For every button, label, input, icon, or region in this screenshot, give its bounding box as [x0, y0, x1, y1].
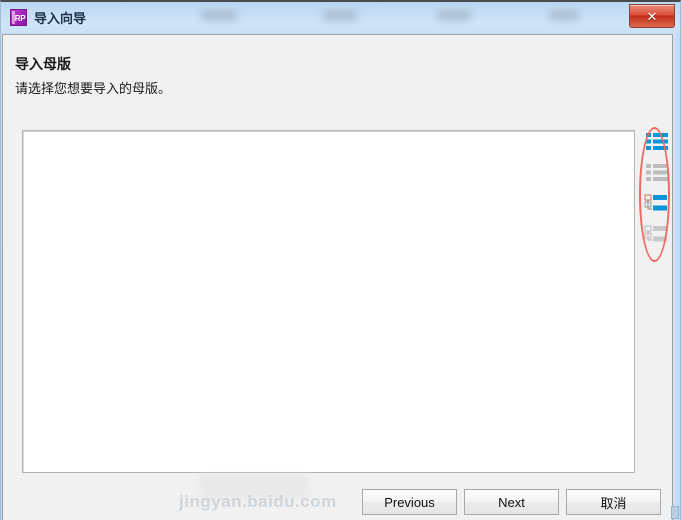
list-view-icon[interactable] — [644, 162, 670, 187]
titlebar-smudge-2 — [323, 10, 357, 21]
close-icon: ✕ — [646, 8, 658, 24]
list-view-active-icon[interactable] — [644, 131, 670, 156]
import-wizard-window: RP 导入向导 ✕ 导入母版 请选择您想要导入的母版。 Previous Nex… — [0, 0, 681, 520]
tree-view-icon[interactable] — [644, 224, 670, 249]
cancel-button-label: 取消 — [600, 495, 627, 511]
title-bar-left-group: RP 导入向导 — [10, 8, 86, 27]
previous-button-label: Previous — [384, 494, 435, 510]
next-button[interactable]: Next — [464, 489, 559, 515]
app-logo-label: RP — [14, 14, 26, 23]
cancel-button[interactable]: 取消 — [566, 489, 661, 515]
dialog-client-area: 导入母版 请选择您想要导入的母版。 Previous Next 取消 jingy… — [2, 34, 673, 520]
titlebar-smudge-1 — [201, 10, 237, 21]
page-title: 导入母版 — [15, 56, 71, 72]
titlebar-smudge-4 — [549, 10, 579, 21]
view-mode-toolbar — [644, 131, 670, 249]
watermark-blob — [199, 475, 309, 499]
tree-view-active-icon[interactable] — [644, 193, 670, 218]
title-bar[interactable]: RP 导入向导 ✕ — [1, 2, 680, 34]
resize-grip[interactable] — [671, 506, 679, 519]
next-button-label: Next — [498, 494, 525, 510]
titlebar-smudge-3 — [437, 10, 471, 21]
app-logo-icon: RP — [10, 9, 27, 26]
page-subtitle: 请选择您想要导入的母版。 — [15, 81, 172, 96]
close-button[interactable]: ✕ — [629, 4, 675, 28]
window-right-rail — [671, 34, 680, 520]
previous-button[interactable]: Previous — [362, 489, 457, 515]
master-list-panel[interactable] — [22, 130, 635, 473]
watermark-text: jingyan.baidu.com — [179, 492, 337, 511]
window-title: 导入向导 — [34, 11, 87, 26]
